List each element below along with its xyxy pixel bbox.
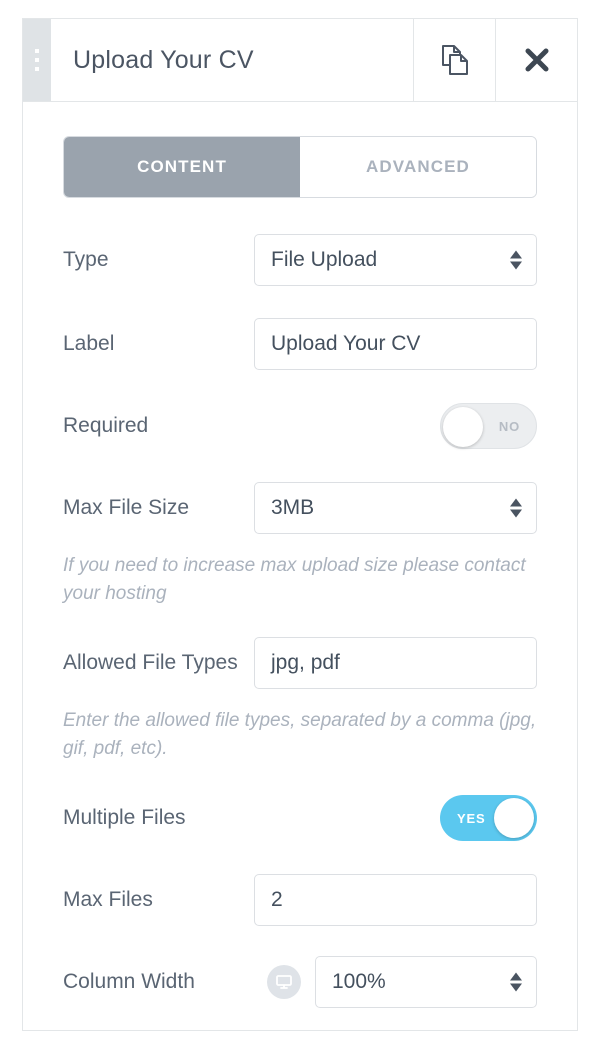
- tab-content[interactable]: CONTENT: [64, 137, 300, 197]
- type-select[interactable]: File Upload: [254, 234, 537, 286]
- column-width-value: 100%: [332, 970, 386, 994]
- max-file-size-value: 3MB: [271, 496, 315, 519]
- max-file-size-help-text: If you need to increase max upload size …: [63, 555, 526, 604]
- required-toggle[interactable]: NO: [440, 403, 537, 449]
- multiple-files-toggle-state: YES: [457, 810, 486, 826]
- chevron-updown-icon: [510, 972, 522, 992]
- field-row-column-width: Column Width 100%: [63, 956, 537, 1009]
- max-file-size-control: 3MB: [254, 482, 537, 534]
- field-row-max-files: Max Files 2: [63, 874, 537, 927]
- column-width-control: 100%: [267, 956, 537, 1009]
- column-width-select[interactable]: 100%: [315, 956, 537, 1009]
- field-row-max-file-size: Max File Size 3MB: [63, 482, 537, 534]
- type-control: File Upload: [254, 234, 537, 286]
- type-label: Type: [63, 248, 109, 271]
- field-row-multiple-files: Multiple Files YES: [63, 792, 537, 844]
- column-width-label: Column Width: [63, 970, 195, 994]
- panel-header: Upload Your CV: [23, 18, 577, 102]
- field-row-required: Required NO: [63, 400, 537, 452]
- multiple-files-control: YES: [440, 795, 537, 842]
- type-select-value: File Upload: [271, 248, 378, 271]
- allowed-file-types-control: jpg, pdf: [254, 637, 537, 690]
- desktop-monitor-icon[interactable]: [267, 965, 301, 1000]
- multiple-files-label: Multiple Files: [63, 806, 186, 830]
- max-files-control: 2: [254, 874, 537, 927]
- max-file-size-select[interactable]: 3MB: [254, 482, 537, 534]
- label-control: Upload Your CV: [254, 318, 537, 370]
- settings-form: Type File Upload Label Upload Your CV Re…: [23, 234, 577, 1009]
- multiple-files-toggle[interactable]: YES: [440, 795, 537, 842]
- panel-title: Upload Your CV: [73, 45, 254, 74]
- drag-dot: [35, 67, 39, 71]
- chevron-updown-icon: [510, 498, 522, 518]
- allowed-file-types-label: Allowed File Types: [63, 651, 238, 675]
- tab-advanced[interactable]: ADVANCED: [300, 137, 536, 197]
- required-label: Required: [63, 414, 149, 437]
- required-control: NO: [440, 403, 537, 449]
- max-file-size-label: Max File Size: [63, 496, 190, 519]
- drag-dot: [35, 58, 39, 62]
- max-files-label: Max Files: [63, 888, 153, 912]
- widget-settings-panel: Upload Your CV CONTENT ADVANCED Type Fil…: [22, 18, 578, 1031]
- allowed-file-types-input[interactable]: jpg, pdf: [254, 637, 537, 690]
- duplicate-icon: [440, 44, 470, 76]
- label-input[interactable]: Upload Your CV: [254, 318, 537, 370]
- settings-tabs: CONTENT ADVANCED: [63, 136, 537, 198]
- toggle-knob: [443, 407, 483, 447]
- drag-dot: [35, 49, 39, 53]
- toggle-knob: [494, 798, 534, 839]
- field-row-type: Type File Upload: [63, 234, 537, 286]
- max-files-input[interactable]: 2: [254, 874, 537, 927]
- chevron-updown-icon: [510, 250, 522, 270]
- field-row-label: Label Upload Your CV: [63, 318, 537, 370]
- close-button[interactable]: [495, 19, 577, 101]
- allowed-file-types-help-text: Enter the allowed file types, separated …: [63, 710, 537, 759]
- duplicate-button[interactable]: [413, 19, 495, 101]
- close-icon: [524, 47, 550, 73]
- field-row-allowed-file-types: Allowed File Types jpg, pdf: [63, 637, 537, 690]
- required-toggle-state: NO: [498, 418, 520, 434]
- drag-dots-icon[interactable]: [23, 19, 51, 101]
- label-label: Label: [63, 332, 115, 355]
